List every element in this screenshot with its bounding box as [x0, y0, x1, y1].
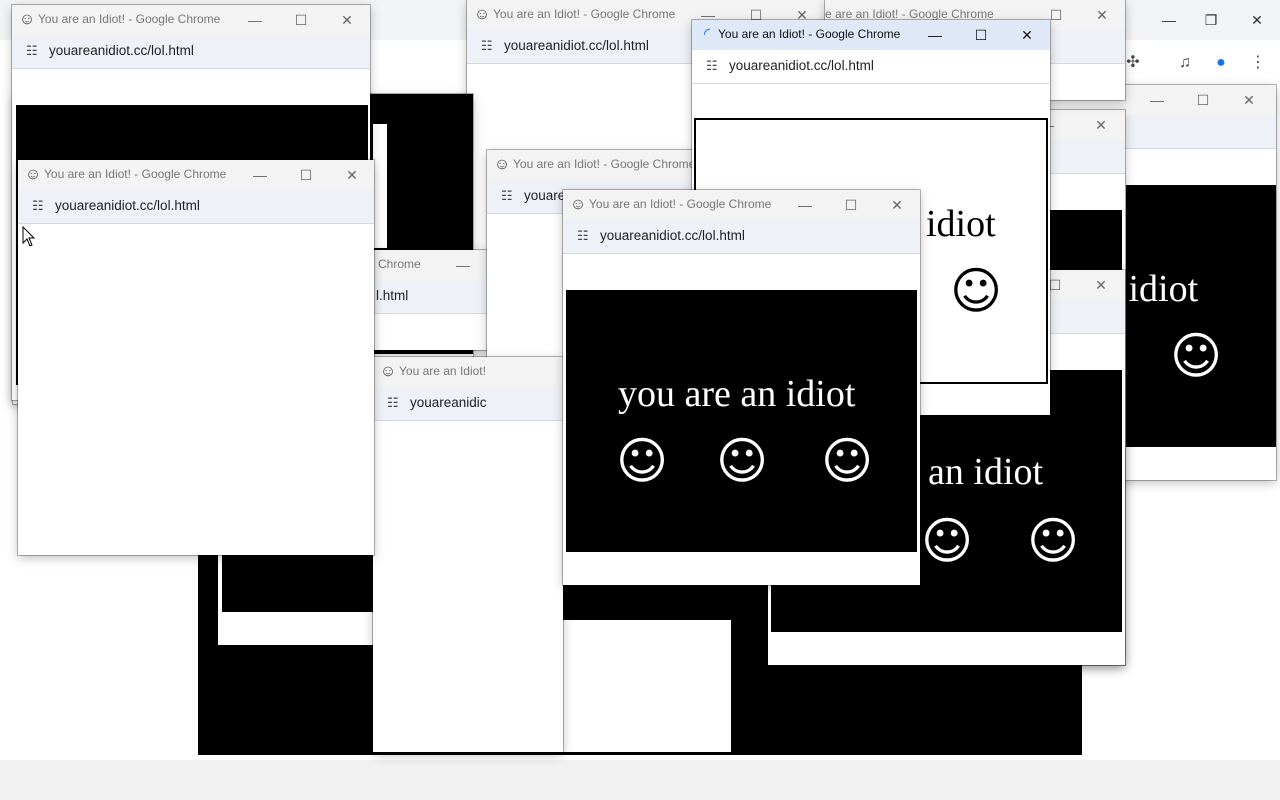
- main-minimize-icon[interactable]: —: [1156, 10, 1182, 30]
- window-titlebar: ☺ You are an Idiot! - Google Chrome — ☐ …: [12, 5, 370, 35]
- popup-window[interactable]: Chrome — l.html: [370, 250, 490, 350]
- address-url[interactable]: youare: [524, 188, 565, 203]
- main-restore-icon[interactable]: ❐: [1198, 10, 1224, 30]
- idiot-panel: you are an idiot ☺ ☺ ☺: [566, 290, 917, 552]
- window-titlebar: Chrome —: [370, 250, 490, 280]
- close-icon[interactable]: ✕: [1088, 275, 1114, 295]
- page-content: you are an idiot ☺ ☺ ☺: [563, 254, 920, 585]
- smiley-icon: ☺: [1027, 512, 1080, 570]
- address-bar[interactable]: l.html: [370, 280, 490, 314]
- minimize-icon[interactable]: —: [792, 195, 818, 215]
- window-title: You are an Idiot! - Google Chrome: [493, 7, 676, 21]
- minimize-icon[interactable]: —: [1144, 90, 1170, 110]
- window-titlebar: ☺ You are an Idiot! - Google Chrome — ☐ …: [18, 160, 374, 190]
- tune-icon[interactable]: ☷: [577, 228, 593, 244]
- idiot-panel: n idiot ☺: [1100, 185, 1276, 447]
- maximize-icon[interactable]: ☐: [968, 25, 994, 45]
- page-background-white: [373, 224, 387, 248]
- minimize-icon[interactable]: —: [247, 165, 273, 185]
- close-icon[interactable]: ✕: [1088, 115, 1114, 135]
- idiot-text: idiot: [926, 203, 996, 245]
- page-background-panel: [222, 555, 374, 612]
- page-background-white: [373, 124, 387, 224]
- maximize-icon[interactable]: ☐: [288, 10, 314, 30]
- close-icon[interactable]: ✕: [339, 165, 365, 185]
- address-url[interactable]: youareanidiot.cc/lol.html: [55, 198, 200, 213]
- profile-icon[interactable]: ●: [1210, 52, 1232, 74]
- address-bar[interactable]: ☷ youareanidiot.cc/lol.html: [692, 50, 1050, 84]
- smiley-icon: ☺: [616, 432, 669, 490]
- mouse-cursor-icon: [22, 226, 36, 247]
- popup-window[interactable]: ☺ You are an Idiot! ☷ youareanidic: [373, 357, 563, 752]
- media-controls-icon[interactable]: ♫: [1174, 52, 1196, 74]
- favicon-smiley-icon: ☺: [473, 6, 491, 23]
- close-icon[interactable]: ✕: [1236, 90, 1262, 110]
- smiley-icon: ☺: [716, 432, 769, 490]
- smiley-icon: ☺: [921, 512, 974, 570]
- maximize-icon[interactable]: ☐: [293, 165, 319, 185]
- favicon-smiley-icon: ☺: [24, 166, 42, 183]
- smiley-icon: ☺: [950, 262, 1003, 320]
- tune-icon[interactable]: ☷: [32, 198, 48, 214]
- favicon-smiley-icon: ☺: [493, 156, 511, 173]
- address-url[interactable]: youareanidiot.cc/lol.html: [600, 228, 745, 243]
- window-title: Chrome: [378, 257, 421, 271]
- window-title: You are an Idiot! - Google Chrome: [718, 27, 901, 41]
- window-titlebar: ☺ You are an Idiot!: [373, 357, 563, 387]
- address-bar[interactable]: ☷ youareanidiot.cc/lol.html: [12, 35, 370, 69]
- close-icon[interactable]: ✕: [334, 10, 360, 30]
- address-bar[interactable]: ☷ youareanidiot.cc/lol.html: [563, 220, 920, 254]
- window-title: You are an Idiot! - Google Chrome: [513, 157, 696, 171]
- tune-icon[interactable]: ☷: [706, 58, 722, 74]
- window-title: You are an Idiot!: [399, 364, 486, 378]
- tune-icon[interactable]: ☷: [501, 188, 517, 204]
- minimize-icon[interactable]: —: [242, 10, 268, 30]
- extensions-icon[interactable]: ✣: [1122, 52, 1144, 74]
- address-url[interactable]: l.html: [376, 288, 408, 303]
- close-icon[interactable]: ✕: [884, 195, 910, 215]
- minimize-icon[interactable]: —: [922, 25, 948, 45]
- smiley-icon: ☺: [1170, 327, 1223, 385]
- loading-spinner-icon: ◜: [703, 26, 711, 43]
- address-bar[interactable]: ☷ youareanidiot.cc/lol.html: [18, 190, 374, 224]
- tune-icon[interactable]: ☷: [387, 395, 403, 411]
- main-close-icon[interactable]: ✕: [1244, 10, 1270, 30]
- window-title: You are an Idiot! - Google Chrome: [589, 197, 772, 211]
- window-title: You are an Idiot! - Google Chrome: [44, 167, 227, 181]
- favicon-smiley-icon: ☺: [379, 363, 397, 380]
- tune-icon[interactable]: ☷: [26, 43, 42, 59]
- address-bar[interactable]: ☷ youareanidic: [373, 387, 563, 421]
- address-url[interactable]: youareanidiot.cc/lol.html: [49, 43, 194, 58]
- favicon-smiley-icon: ☺: [18, 11, 36, 28]
- maximize-icon[interactable]: ☐: [838, 195, 864, 215]
- window-titlebar: ☺ You are an Idiot! - Google Chrome — ☐ …: [563, 190, 920, 220]
- window-titlebar: ◜ You are an Idiot! - Google Chrome — ☐ …: [692, 20, 1050, 50]
- close-icon[interactable]: ✕: [1089, 5, 1115, 25]
- page-content: [18, 224, 374, 555]
- window-title: You are an Idiot! - Google Chrome: [38, 12, 221, 26]
- tune-icon[interactable]: ☷: [481, 38, 497, 54]
- idiot-text: you are an idiot: [618, 373, 856, 415]
- smiley-icon: ☺: [821, 432, 874, 490]
- close-icon[interactable]: ✕: [1014, 25, 1040, 45]
- chrome-menu-icon[interactable]: ⋮: [1247, 52, 1269, 74]
- window-titlebar: ☺ You are an Idiot! - Google Chrome: [487, 150, 697, 180]
- minimize-icon[interactable]: —: [450, 255, 476, 275]
- popup-window[interactable]: ☺ You are an Idiot! - Google Chrome — ☐ …: [18, 160, 374, 555]
- favicon-smiley-icon: ☺: [569, 196, 587, 213]
- address-url[interactable]: youareanidiot.cc/lol.html: [504, 38, 649, 53]
- address-url[interactable]: youareanidiot.cc/lol.html: [729, 58, 874, 73]
- window-title: e are an Idiot! - Google Chrome: [825, 7, 994, 21]
- page-content: [373, 421, 563, 752]
- address-url[interactable]: youareanidic: [410, 395, 487, 410]
- maximize-icon[interactable]: ☐: [1190, 90, 1216, 110]
- popup-window[interactable]: ☺ You are an Idiot! - Google Chrome — ☐ …: [563, 190, 920, 585]
